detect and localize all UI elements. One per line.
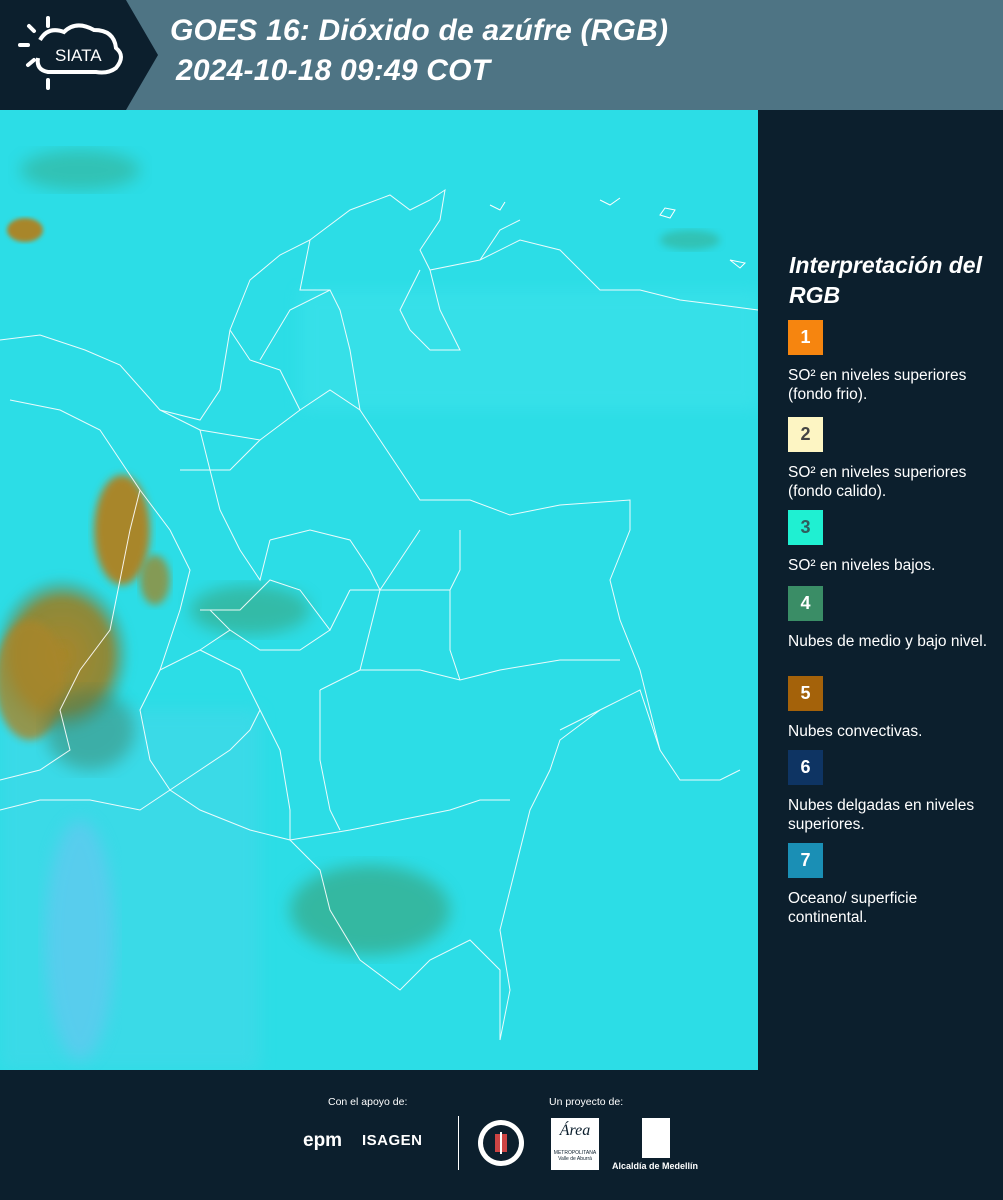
legend-item-2: 2 SO² en niveles superiores (fondo calido… — [788, 417, 988, 501]
area-logo-sub: METROPOLITANA Valle de Aburrá — [553, 1150, 597, 1162]
page-title: GOES 16: Dióxido de azúfre (RGB) — [170, 14, 669, 47]
legend-label: SO² en niveles superiores (fondo frio). — [788, 367, 967, 403]
legend-panel: Interpretación del RGB 1 SO² en niveles s… — [760, 110, 1003, 1070]
medellin-seal-icon[interactable] — [477, 1118, 525, 1168]
legend-swatch: 3 — [788, 510, 823, 545]
footer-divider — [458, 1116, 459, 1170]
legend-label: Oceano/ superficie continental. — [788, 890, 918, 926]
legend-item-5: 5 Nubes convectivas. — [788, 676, 988, 741]
legend-swatch: 2 — [788, 417, 823, 452]
footer: Con el apoyo de: Un proyecto de: epm ISA… — [0, 1070, 1003, 1200]
thin-cloud-sw — [45, 820, 115, 1060]
project-label: Un proyecto de: — [549, 1096, 624, 1108]
legend-item-3: 3 SO² en niveles bajos. — [788, 510, 988, 575]
legend-label: Nubes convectivas. — [788, 723, 923, 740]
legend-item-1: 1 SO² en niveles superiores (fondo frio). — [788, 320, 988, 404]
header-bar: SIATA GOES 16: Dióxido de azúfre (RGB) 2… — [0, 0, 1003, 110]
epm-logo[interactable]: epm — [303, 1130, 342, 1152]
legend-swatch: 5 — [788, 676, 823, 711]
legend-item-4: 4 Nubes de medio y bajo nivel. — [788, 586, 988, 651]
legend-label: SO² en niveles bajos. — [788, 557, 936, 574]
legend-label: SO² en niveles superiores (fondo calido)… — [788, 464, 967, 500]
legend-title: Interpretación del RGB — [789, 252, 982, 308]
alcaldia-label: Alcaldía de Medellín — [612, 1161, 699, 1171]
alcaldia-emblem-icon[interactable] — [642, 1118, 670, 1158]
area-metropolitana-logo[interactable]: Área METROPOLITANA Valle de Aburrá — [551, 1118, 599, 1170]
page-timestamp: 2024-10-18 09:49 COT — [176, 54, 491, 87]
legend-swatch: 6 — [788, 750, 823, 785]
isagen-logo[interactable]: ISAGEN — [362, 1132, 423, 1149]
legend-label: Nubes de medio y bajo nivel. — [788, 633, 988, 650]
legend-item-7: 7 Oceano/ superficie continental. — [788, 843, 988, 927]
legend-swatch: 1 — [788, 320, 823, 355]
area-logo-text: Área — [559, 1122, 591, 1139]
siata-logo[interactable]: SIATA — [0, 0, 158, 110]
legend-swatch: 4 — [788, 586, 823, 621]
legend-item-6: 6 Nubes delgadas en niveles superiores. — [788, 750, 988, 834]
low-cloud-amazon — [290, 865, 450, 955]
support-label: Con el apoyo de: — [328, 1096, 408, 1108]
legend-label: Nubes delgadas en niveles superiores. — [788, 797, 975, 833]
satellite-map[interactable] — [0, 110, 758, 1070]
legend-swatch: 7 — [788, 843, 823, 878]
siata-logo-text: SIATA — [55, 46, 102, 65]
